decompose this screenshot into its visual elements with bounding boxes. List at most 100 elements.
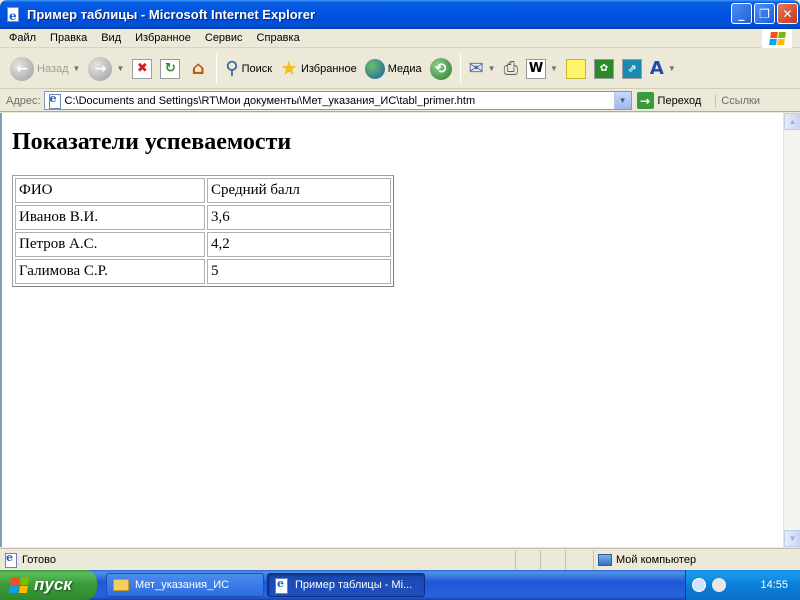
stop-button[interactable]: ✖ <box>128 53 156 85</box>
toolbar: ← Назад ▼ → ▼ ✖ ↻ ⌂ ⚲ Поиск ★ Избранное … <box>0 49 800 89</box>
ie-icon <box>274 577 289 594</box>
windows-flag-icon <box>768 32 786 45</box>
refresh-button[interactable]: ↻ <box>156 53 184 85</box>
status-text: Готово <box>22 553 56 566</box>
toolbar-separator <box>459 53 461 84</box>
media-button[interactable]: Медиа <box>361 53 426 85</box>
address-dropdown-icon[interactable]: ▼ <box>613 92 631 109</box>
status-cell <box>515 550 540 570</box>
back-button[interactable]: ← Назад ▼ <box>6 53 84 85</box>
chevron-up-icon: ▲ <box>788 117 797 126</box>
icq-button[interactable]: ✿ <box>590 53 618 85</box>
table-row: Галимова С.Р. 5 <box>15 259 391 284</box>
go-label: Переход <box>657 94 702 107</box>
translate-dropdown-icon[interactable]: ▼ <box>668 64 676 73</box>
taskbar: пуск Мет_указания_ИС Пример таблицы - Mi… <box>0 570 800 600</box>
cell-name: Петров А.С. <box>15 232 205 257</box>
search-label: Поиск <box>241 62 273 75</box>
address-field[interactable]: ▼ <box>43 91 632 110</box>
menu-bar: Файл Правка Вид Избранное Сервис Справка <box>0 29 800 48</box>
note-icon <box>565 58 586 79</box>
close-icon: ✕ <box>782 6 793 21</box>
windows-flag-icon <box>8 577 30 593</box>
history-button[interactable]: ⟲ <box>426 53 456 85</box>
scroll-up-button[interactable]: ▲ <box>784 113 800 130</box>
edit-button[interactable]: W ▼ <box>522 53 562 85</box>
page-content: Показатели успеваемости ФИО Средний балл… <box>0 113 783 547</box>
status-cells <box>515 550 593 570</box>
history-icon: ⟲ <box>429 57 452 80</box>
star-icon: ★ <box>280 58 298 80</box>
taskbar-item-ie[interactable]: Пример таблицы - Mi... <box>267 573 425 597</box>
close-button[interactable]: ✕ <box>777 3 798 24</box>
task-label: Мет_указания_ИС <box>135 579 230 591</box>
network-icon[interactable] <box>712 578 726 592</box>
chevron-down-icon: ▼ <box>788 534 797 543</box>
edit-dropdown-icon[interactable]: ▼ <box>550 64 558 73</box>
minimize-icon: _ <box>738 6 745 21</box>
page-heading: Показатели успеваемости <box>12 129 292 155</box>
cell-average: 5 <box>207 259 391 284</box>
font-a-icon: A <box>649 58 664 79</box>
favorites-button[interactable]: ★ Избранное <box>276 53 361 85</box>
window-title: Пример таблицы - Microsoft Internet Expl… <box>27 7 316 22</box>
tray-expand-icon[interactable] <box>692 578 706 592</box>
address-input[interactable] <box>64 94 625 107</box>
start-button[interactable]: пуск <box>0 570 97 600</box>
forward-dropdown-icon[interactable]: ▼ <box>116 64 124 73</box>
table-header-row: ФИО Средний балл <box>15 178 391 203</box>
search-button[interactable]: ⚲ Поиск <box>221 53 276 85</box>
icq-pro-icon: ✿ <box>593 58 614 79</box>
menu-help[interactable]: Справка <box>250 30 307 47</box>
cell-name: Галимова С.Р. <box>15 259 205 284</box>
scroll-down-button[interactable]: ▼ <box>784 530 800 547</box>
menu-edit[interactable]: Правка <box>43 30 94 47</box>
clock[interactable]: 14:55 <box>760 579 788 591</box>
menu-favorites[interactable]: Избранное <box>128 30 198 47</box>
messenger-button[interactable]: ⇗ <box>618 53 646 85</box>
forward-arrow-icon: → <box>88 56 113 81</box>
cell-average: 3,6 <box>207 205 391 230</box>
vertical-scrollbar[interactable]: ▲ ▼ <box>783 113 800 547</box>
menu-view[interactable]: Вид <box>94 30 128 47</box>
home-button[interactable]: ⌂ <box>184 53 212 85</box>
cell-name: Иванов В.И. <box>15 205 205 230</box>
menu-file[interactable]: Файл <box>0 30 43 47</box>
mail-button[interactable]: ✉ ▼ <box>465 53 500 85</box>
header-average: Средний балл <box>207 178 391 203</box>
address-label: Адрес: <box>6 94 41 107</box>
address-bar: Адрес: ▼ → Переход Ссылки <box>0 90 800 112</box>
table-row: Иванов В.И. 3,6 <box>15 205 391 230</box>
taskbar-item-folder[interactable]: Мет_указания_ИС <box>106 573 264 597</box>
favorites-label: Избранное <box>300 62 357 75</box>
back-arrow-icon: ← <box>10 56 34 81</box>
minimize-button[interactable]: _ <box>731 3 752 24</box>
status-cell <box>565 550 593 570</box>
print-button[interactable]: ⎙ <box>500 53 522 85</box>
forward-button[interactable]: → ▼ <box>84 53 128 85</box>
discuss-button[interactable] <box>562 53 590 85</box>
mail-icon: ✉ <box>468 58 484 78</box>
title-bar[interactable]: e Пример таблицы - Microsoft Internet Ex… <box>0 0 800 29</box>
back-dropdown-icon[interactable]: ▼ <box>73 64 81 73</box>
mail-dropdown-icon[interactable]: ▼ <box>488 64 496 73</box>
translate-button[interactable]: A ▼ <box>646 53 680 85</box>
system-tray: 14:55 <box>685 570 800 600</box>
go-button[interactable]: → Переход <box>636 92 702 109</box>
security-zone: Мой компьютер <box>593 550 783 570</box>
page-icon <box>48 92 62 109</box>
maximize-button[interactable]: ❐ <box>754 3 775 24</box>
links-button[interactable]: Ссылки <box>715 94 760 107</box>
printer-icon: ⎙ <box>503 58 518 78</box>
cell-average: 4,2 <box>207 232 391 257</box>
search-icon: ⚲ <box>225 58 239 78</box>
menu-tools[interactable]: Сервис <box>198 30 250 47</box>
stop-icon: ✖ <box>132 58 153 79</box>
ie-icon[interactable]: e <box>6 6 22 23</box>
back-label: Назад <box>37 62 69 75</box>
toolbar-separator <box>216 53 218 84</box>
table-row: Петров А.С. 4,2 <box>15 232 391 257</box>
my-computer-icon <box>598 554 612 566</box>
folder-icon <box>113 579 129 591</box>
media-icon <box>364 58 385 79</box>
